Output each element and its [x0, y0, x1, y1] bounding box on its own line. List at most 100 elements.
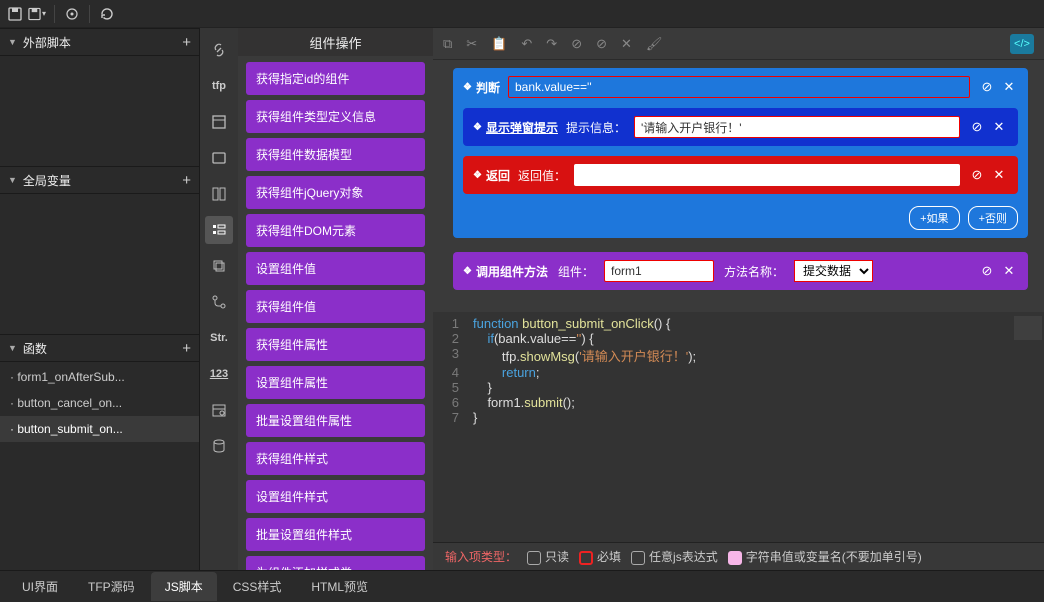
section-external-scripts[interactable]: ▼ 外部脚本 +: [0, 28, 199, 56]
brush-icon[interactable]: 🖌: [646, 36, 663, 52]
opt-str[interactable]: 字符串值或变量名(不要加单引号): [728, 548, 922, 565]
rail-copy-icon[interactable]: [205, 252, 233, 280]
rail-link-icon[interactable]: [205, 36, 233, 64]
functions-body: · form1_onAfterSub... · button_cancel_on…: [0, 362, 199, 570]
rail-num[interactable]: 123: [205, 360, 233, 388]
judge-label: ❖判断: [463, 79, 500, 96]
msg-actions: ⊘ ✕: [968, 118, 1008, 136]
return-block[interactable]: ❖返回 返回值： ⊘ ✕: [463, 156, 1018, 194]
rail-window-icon[interactable]: [205, 144, 233, 172]
bottom-tabs: UI界面 TFP源码 JS脚本 CSS样式 HTML预览: [0, 570, 1044, 602]
op-item[interactable]: 批量设置组件属性: [246, 404, 425, 437]
cut-icon[interactable]: ✂: [466, 36, 477, 52]
op-item[interactable]: 设置组件值: [246, 252, 425, 285]
block-disable-icon[interactable]: ⊘: [968, 166, 986, 184]
call-comp-input[interactable]: [604, 260, 714, 282]
op-item[interactable]: 设置组件样式: [246, 480, 425, 513]
input-type-footer: 输入项类型： 只读 必填 任意js表达式 字符串值或变量名(不要加单引号): [433, 542, 1044, 570]
msg-field-label: 提示信息：: [566, 119, 626, 136]
show-msg-block[interactable]: ❖显示弹窗提示 提示信息： ⊘ ✕: [463, 108, 1018, 146]
op-item[interactable]: 获得组件类型定义信息: [246, 100, 425, 133]
ops-panel: 组件操作 获得指定id的组件 获得组件类型定义信息 获得组件数据模型 获得组件j…: [238, 28, 433, 570]
return-value-input[interactable]: [574, 164, 960, 186]
code-toggle-button[interactable]: </>: [1010, 34, 1034, 54]
puzzle-icon: ❖: [473, 122, 482, 133]
paste-icon[interactable]: 📋: [491, 36, 507, 52]
toolbar-separator: [54, 5, 55, 23]
close-icon[interactable]: ✕: [621, 36, 632, 52]
refresh-icon[interactable]: [98, 5, 116, 23]
op-item[interactable]: 获得组件jQuery对象: [246, 176, 425, 209]
rail-box-icon[interactable]: [205, 108, 233, 136]
call-method-label: 方法名称：: [724, 263, 784, 280]
op-item[interactable]: 获得指定id的组件: [246, 62, 425, 95]
add-if-button[interactable]: +如果: [909, 206, 959, 230]
op-item[interactable]: 批量设置组件样式: [246, 518, 425, 551]
block-close-icon[interactable]: ✕: [990, 166, 1008, 184]
add-icon[interactable]: +: [182, 34, 191, 51]
block-close-icon[interactable]: ✕: [1000, 78, 1018, 96]
undo-icon[interactable]: ↶: [521, 36, 532, 52]
ops-title: 组件操作: [238, 28, 433, 56]
tab-ui[interactable]: UI界面: [8, 572, 72, 601]
section-globals[interactable]: ▼ 全局变量 +: [0, 166, 199, 194]
stop-icon[interactable]: ⊘: [571, 36, 582, 52]
chevron-down-icon: ▼: [8, 37, 17, 47]
op-item[interactable]: 设置组件属性: [246, 366, 425, 399]
block-disable-icon[interactable]: ⊘: [968, 118, 986, 136]
block-close-icon[interactable]: ✕: [1000, 262, 1018, 280]
redo-icon[interactable]: ↷: [546, 36, 557, 52]
rail-flow-icon[interactable]: [205, 288, 233, 316]
op-item[interactable]: 获得组件数据模型: [246, 138, 425, 171]
tab-css[interactable]: CSS样式: [219, 572, 296, 601]
op-item[interactable]: 获得组件DOM元素: [246, 214, 425, 247]
block-disable-icon[interactable]: ⊘: [978, 78, 996, 96]
opt-js[interactable]: 任意js表达式: [631, 548, 718, 565]
op-item[interactable]: 获得组件样式: [246, 442, 425, 475]
func-item[interactable]: · button_submit_on...: [0, 416, 199, 442]
target-icon[interactable]: [63, 5, 81, 23]
main-area: ▼ 外部脚本 + ▼ 全局变量 + ▼ 函数 + · form1_onAfter…: [0, 28, 1044, 570]
call-method-select[interactable]: 提交数据: [794, 260, 873, 282]
right-panel: ⧉ ✂ 📋 ↶ ↷ ⊘ ⊘ ✕ 🖌 </> ❖判断 ⊘ ✕: [433, 28, 1044, 570]
rail-tfp[interactable]: tfp: [205, 72, 233, 100]
ops-list[interactable]: 获得指定id的组件 获得组件类型定义信息 获得组件数据模型 获得组件jQuery…: [238, 56, 433, 570]
save-icon[interactable]: [6, 5, 24, 23]
opt-readonly[interactable]: 只读: [527, 548, 569, 565]
rail-db-icon[interactable]: [205, 432, 233, 460]
tab-tfp[interactable]: TFP源码: [74, 572, 149, 601]
tab-html[interactable]: HTML预览: [297, 572, 382, 601]
judge-expr-input[interactable]: [508, 76, 970, 98]
block-close-icon[interactable]: ✕: [990, 118, 1008, 136]
code-editor[interactable]: 1function button_submit_onClick() {2 if(…: [433, 312, 1044, 542]
call-method-block[interactable]: ❖调用组件方法 组件： 方法名称： 提交数据 ⊘ ✕: [453, 252, 1028, 290]
tab-js[interactable]: JS脚本: [151, 572, 217, 601]
external-body: [0, 56, 199, 166]
msg-value-input[interactable]: [634, 116, 960, 138]
section-functions[interactable]: ▼ 函数 +: [0, 334, 199, 362]
rail-list-icon[interactable]: [205, 216, 233, 244]
rail-layout-icon[interactable]: [205, 180, 233, 208]
opt-required[interactable]: 必填: [579, 548, 621, 565]
block-disable-icon[interactable]: ⊘: [978, 262, 996, 280]
blocks-area: ❖判断 ⊘ ✕ ❖显示弹窗提示 提示信息： ⊘ ✕: [433, 60, 1044, 312]
add-icon[interactable]: +: [182, 340, 191, 357]
op-item[interactable]: 获得组件值: [246, 290, 425, 323]
op-item[interactable]: 获得组件属性: [246, 328, 425, 361]
rail-str[interactable]: Str.: [205, 324, 233, 352]
msg-label: ❖显示弹窗提示: [473, 119, 558, 136]
judge-block[interactable]: ❖判断 ⊘ ✕ ❖显示弹窗提示 提示信息： ⊘ ✕: [453, 68, 1028, 238]
footer-label: 输入项类型：: [445, 548, 517, 565]
add-icon[interactable]: +: [182, 172, 191, 189]
func-item[interactable]: · form1_onAfterSub...: [0, 364, 199, 390]
save-dropdown-icon[interactable]: ▾: [28, 5, 46, 23]
stop2-icon[interactable]: ⊘: [596, 36, 607, 52]
chevron-down-icon: ▼: [8, 175, 17, 185]
rail-calendar-icon[interactable]: [205, 396, 233, 424]
copy-icon[interactable]: ⧉: [443, 36, 452, 52]
judge-actions: ⊘ ✕: [978, 78, 1018, 96]
add-else-button[interactable]: +否则: [968, 206, 1018, 230]
op-item[interactable]: 为组件添加样式类: [246, 556, 425, 570]
call-actions: ⊘ ✕: [978, 262, 1018, 280]
func-item[interactable]: · button_cancel_on...: [0, 390, 199, 416]
